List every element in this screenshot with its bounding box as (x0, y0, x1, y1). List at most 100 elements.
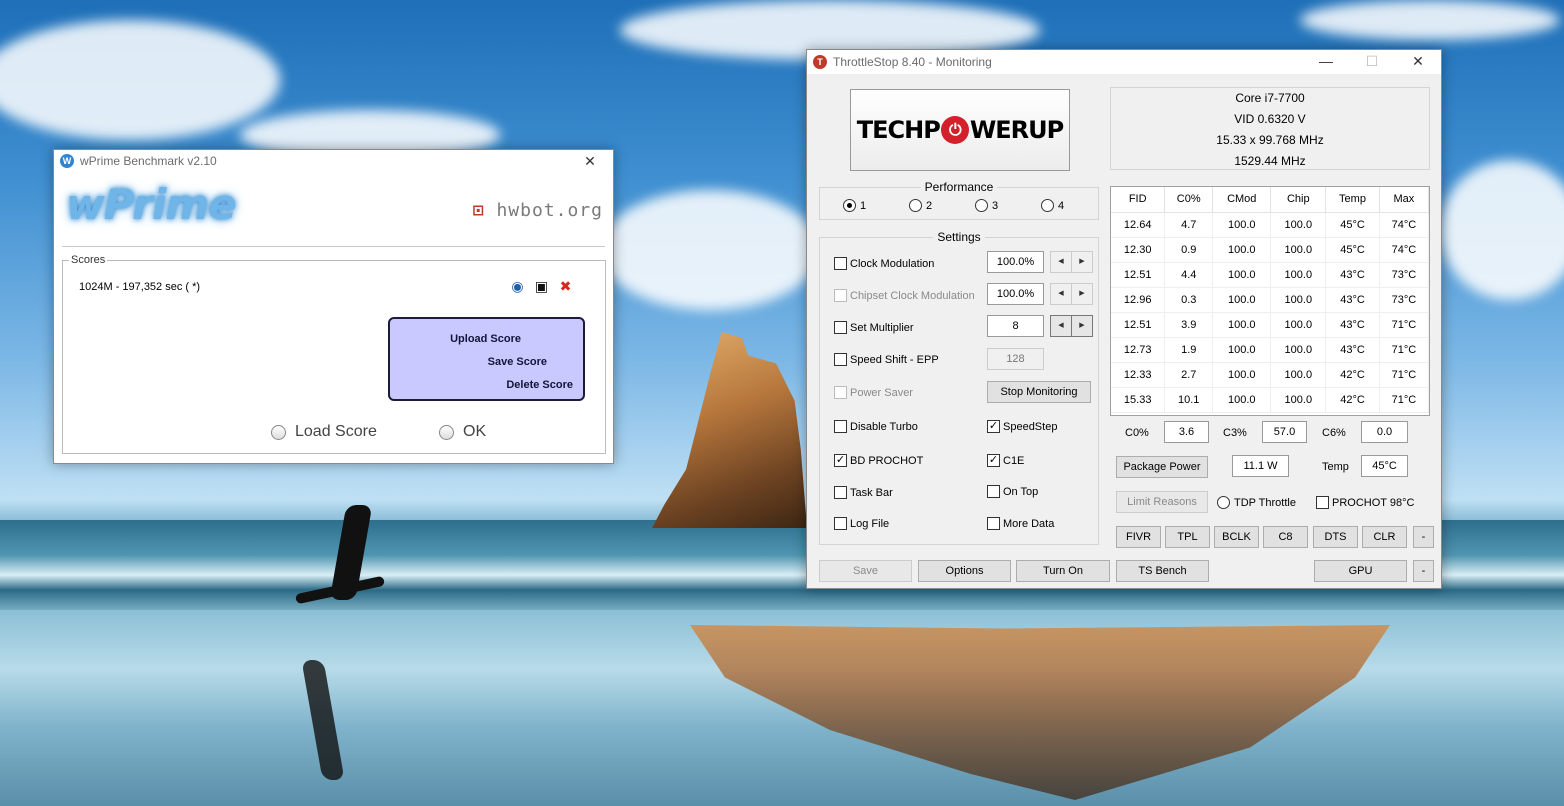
options-button[interactable]: Options (918, 560, 1011, 582)
chipset-clock-modulation-checkbox[interactable]: Chipset Clock Modulation (834, 289, 975, 302)
radio-button[interactable] (909, 199, 922, 212)
log-file-checkbox[interactable]: Log File (834, 517, 889, 530)
speed-shift-checkbox[interactable]: Speed Shift - EPP (834, 353, 939, 366)
table-row: 12.96 0.3 100.0 100.0 43°C 73°C (1111, 287, 1430, 313)
radio-button[interactable] (975, 199, 988, 212)
table-cell: 100.0 (1270, 362, 1327, 388)
close-icon[interactable]: ✕ (567, 150, 613, 172)
wprime-logo: wPrime (66, 180, 237, 229)
cpu-name: Core i7-7700 (1235, 91, 1305, 105)
speed-shift-value[interactable]: 128 (987, 348, 1044, 370)
table-row: 12.30 0.9 100.0 100.0 45°C 74°C (1111, 237, 1430, 263)
fivr-button[interactable]: FIVR (1116, 526, 1161, 548)
chevron-left-icon[interactable]: ◀ (1050, 283, 1072, 305)
cloud (1440, 160, 1564, 300)
ts-bench-button[interactable]: TS Bench (1116, 560, 1209, 582)
table-cell: 42°C (1325, 362, 1380, 388)
close-icon[interactable]: ✕ (1395, 50, 1441, 72)
collapse-button[interactable]: - (1413, 526, 1434, 548)
bd-prochot-checkbox[interactable]: ✓ BD PROCHOT (834, 454, 923, 467)
wprime-titlebar[interactable]: W wPrime Benchmark v2.10 ✕ (54, 150, 613, 172)
table-cell: 100.0 (1212, 237, 1272, 263)
chevron-left-icon[interactable]: ◀ (1050, 251, 1072, 273)
radio-button[interactable] (271, 424, 286, 440)
column-header: C0% (1164, 187, 1214, 213)
performance-group: Performance 1 2 3 4 (819, 180, 1099, 220)
hwbot-icon: ⊡ (472, 200, 485, 221)
tpl-button[interactable]: TPL (1165, 526, 1210, 548)
table-cell: 100.0 (1270, 312, 1327, 338)
table-cell: 12.96 (1111, 287, 1166, 313)
ts-titlebar[interactable]: T ThrottleStop 8.40 - Monitoring — ☐ ✕ (807, 50, 1441, 74)
profile-radio-3[interactable]: 3 (975, 199, 998, 212)
table-cell: 100.0 (1212, 312, 1272, 338)
table-cell: 100.0 (1212, 287, 1272, 313)
clr-button[interactable]: CLR (1362, 526, 1407, 548)
ok-option[interactable]: OK (439, 423, 486, 441)
speedstep-checkbox[interactable]: ✓ SpeedStep (987, 420, 1057, 433)
table-cell: 100.0 (1270, 262, 1327, 288)
tdp-throttle-indicator: TDP Throttle (1217, 496, 1296, 509)
prochot-checkbox[interactable]: PROCHOT 98°C (1316, 496, 1414, 509)
table-cell: 12.73 (1111, 337, 1166, 363)
task-bar-checkbox[interactable]: Task Bar (834, 486, 893, 499)
table-cell: 73°C (1379, 262, 1430, 288)
globe-icon[interactable]: ◉ (510, 278, 525, 294)
hwbot-logo[interactable]: ⊡ hwbot.org (473, 200, 603, 221)
table-cell: 10.1 (1164, 387, 1214, 413)
limit-reasons-button[interactable]: Limit Reasons (1116, 491, 1208, 513)
turn-on-button[interactable]: Turn On (1016, 560, 1110, 582)
chevron-right-icon[interactable]: ▶ (1071, 315, 1093, 337)
table-row: 12.64 4.7 100.0 100.0 45°C 74°C (1111, 212, 1430, 238)
stop-monitoring-button[interactable]: Stop Monitoring (987, 381, 1091, 403)
set-multiplier-value[interactable]: 8 (987, 315, 1044, 337)
table-cell: 45°C (1325, 212, 1380, 238)
dts-button[interactable]: DTS (1313, 526, 1358, 548)
profile-radio-4[interactable]: 4 (1041, 199, 1064, 212)
gpu-collapse-button[interactable]: - (1413, 560, 1434, 582)
more-data-checkbox[interactable]: More Data (987, 517, 1054, 530)
radio-button[interactable] (843, 199, 856, 212)
clock-modulation-value[interactable]: 100.0% (987, 251, 1044, 273)
radio-button[interactable] (1041, 199, 1054, 212)
wprime-window: W wPrime Benchmark v2.10 ✕ wPrime ⊡ hwbo… (53, 149, 614, 464)
load-score-option[interactable]: Load Score (271, 423, 377, 441)
gpu-button[interactable]: GPU (1314, 560, 1407, 582)
table-cell: 43°C (1325, 262, 1380, 288)
c1e-checkbox[interactable]: ✓ C1E (987, 454, 1024, 467)
column-header: Chip (1270, 187, 1327, 213)
maximize-icon[interactable]: ☐ (1349, 50, 1395, 72)
table-cell: 12.64 (1111, 212, 1166, 238)
on-top-checkbox[interactable]: On Top (987, 485, 1038, 498)
set-multiplier-checkbox[interactable]: Set Multiplier (834, 321, 914, 334)
chipset-clock-modulation-value[interactable]: 100.0% (987, 283, 1044, 305)
profile-radio-2[interactable]: 2 (909, 199, 932, 212)
profile-radio-1[interactable]: 1 (843, 199, 866, 212)
chevron-right-icon[interactable]: ▶ (1071, 251, 1093, 273)
power-saver-checkbox[interactable]: Power Saver (834, 386, 913, 399)
clock-modulation-checkbox[interactable]: Clock Modulation (834, 257, 934, 270)
chevron-left-icon[interactable]: ◀ (1050, 315, 1072, 337)
wprime-title: wPrime Benchmark v2.10 (80, 154, 217, 168)
table-cell: 12.51 (1111, 262, 1166, 288)
delete-score-button[interactable]: Delete Score (506, 379, 573, 391)
score-entry[interactable]: 1024M - 197,352 sec ( *) (79, 281, 200, 293)
table-cell: 0.9 (1164, 237, 1214, 263)
minimize-icon[interactable]: — (1303, 50, 1349, 72)
table-cell: 73°C (1379, 287, 1430, 313)
cloud (600, 190, 820, 310)
wprime-app-icon: W (60, 154, 74, 168)
bclk-button[interactable]: BCLK (1214, 526, 1259, 548)
score-actions-popup: Upload Score Save Score Delete Score (388, 317, 585, 401)
save-icon[interactable]: ▣ (534, 278, 549, 294)
disable-turbo-checkbox[interactable]: Disable Turbo (834, 420, 918, 433)
save-score-button[interactable]: Save Score (488, 356, 547, 368)
c8-button[interactable]: C8 (1263, 526, 1308, 548)
delete-icon[interactable]: ✖ (558, 278, 573, 294)
chevron-right-icon[interactable]: ▶ (1071, 283, 1093, 305)
radio-button[interactable] (439, 424, 454, 440)
package-power-button[interactable]: Package Power (1116, 456, 1208, 478)
upload-score-button[interactable]: Upload Score (450, 333, 521, 345)
save-button[interactable]: Save (819, 560, 912, 582)
techpowerup-logo[interactable]: TECHP ⏻ WERUP (850, 89, 1070, 171)
